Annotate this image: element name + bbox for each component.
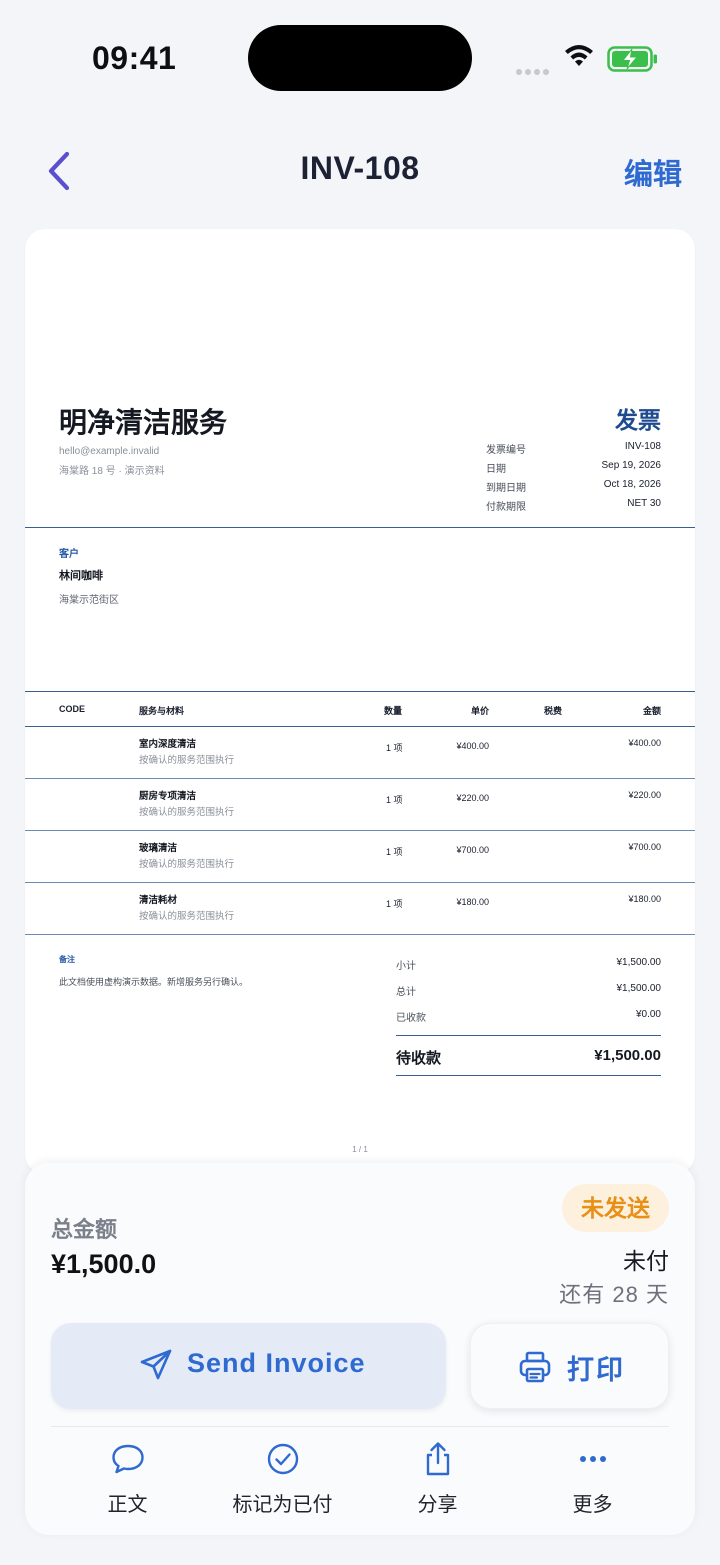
subtotal-row: 小计 ¥1,500.00 (396, 957, 661, 972)
column-header-item: 服务与材料 (139, 706, 185, 716)
company-address: 海棠路 18 号 · 演示资料 (59, 466, 165, 477)
battery-charging-icon (607, 46, 657, 72)
column-header-qty: 数量 (384, 706, 403, 716)
more-action[interactable]: 更多 (515, 1431, 670, 1521)
divider (25, 527, 695, 528)
notes-text: 此文档使用虚构演示数据。新增服务另行确认。 (59, 977, 249, 987)
wifi-icon (565, 45, 593, 66)
send-invoice-button[interactable]: Send Invoice (51, 1323, 446, 1409)
table-row: 室内深度清洁 按确认的服务范围执行 1 项 ¥400.00 ¥400.00 (139, 738, 661, 766)
body-text-action[interactable]: 正文 (50, 1431, 205, 1521)
share-icon (426, 1442, 450, 1476)
page-number: 1 / 1 (352, 1145, 368, 1154)
printer-icon (519, 1351, 551, 1383)
company-name: 明净清洁服务 (59, 407, 228, 438)
document-title: 发票 (615, 407, 661, 433)
paper-plane-icon (140, 1349, 172, 1380)
actions-divider (51, 1426, 669, 1427)
client-name: 林间咖啡 (59, 570, 103, 582)
table-top-rule (25, 691, 695, 692)
invoice-preview: 明净清洁服务 hello@example.invalid 海棠路 18 号 · … (25, 229, 695, 1174)
totals-bottom-rule (396, 1075, 661, 1076)
check-circle-icon (267, 1443, 299, 1475)
column-header-code: CODE (59, 704, 86, 714)
share-label: 分享 (417, 1494, 458, 1516)
column-header-amount: 金额 (642, 706, 661, 716)
send-invoice-label: Send Invoice (187, 1348, 366, 1378)
table-bottom-rule (25, 934, 695, 935)
company-email: hello@example.invalid (59, 446, 160, 457)
status-time: 09:41 (92, 40, 177, 76)
client-heading: 客户 (59, 549, 79, 560)
table-row: 玻璃清洁 按确认的服务范围执行 1 项 ¥700.00 ¥700.00 (139, 842, 661, 870)
days-remaining: 还有 28 天 (559, 1282, 669, 1307)
chat-bubble-icon (112, 1444, 144, 1474)
totals-divider (396, 1035, 661, 1036)
print-label: 打印 (567, 1355, 625, 1385)
total-amount-label: 总金额 (51, 1217, 118, 1242)
table-row: 厨房专项清洁 按确认的服务范围执行 1 项 ¥220.00 ¥220.00 (139, 790, 661, 818)
share-action[interactable]: 分享 (360, 1431, 515, 1521)
notes-heading: 备注 (59, 955, 75, 964)
edit-button[interactable]: 编辑 (624, 151, 682, 193)
payment-status: 未付 (623, 1248, 669, 1274)
mark-as-paid-action[interactable]: 标记为已付 (205, 1431, 360, 1521)
body-text-label: 正文 (107, 1494, 148, 1516)
column-header-tax: 税费 (544, 706, 563, 716)
signal-icon (516, 62, 552, 80)
table-row: 清洁耗材 按确认的服务范围执行 1 项 ¥180.00 ¥180.00 (139, 894, 661, 922)
status-bar: 09:41 (0, 0, 720, 120)
amount-due-row: 待收款 ¥1,500.00 (396, 1047, 661, 1067)
dynamic-island (248, 25, 472, 91)
mark-as-paid-label: 标记为已付 (232, 1494, 333, 1516)
invoice-actions-sheet: 总金额 ¥1,500.0 未发送 未付 还有 28 天 Send Invoice… (25, 1163, 695, 1535)
status-badge: 未发送 (562, 1184, 669, 1232)
paid-row: 已收款 ¥0.00 (396, 1009, 661, 1024)
page-title: INV-108 (300, 150, 420, 186)
total-row: 总计 ¥1,500.00 (396, 983, 661, 998)
more-label: 更多 (572, 1494, 613, 1516)
total-amount-value: ¥1,500.0 (51, 1249, 157, 1279)
column-header-price: 单价 (470, 706, 489, 716)
client-address: 海棠示范街区 (59, 595, 119, 606)
print-button[interactable]: 打印 (470, 1323, 669, 1409)
more-dots-icon (580, 1456, 606, 1462)
